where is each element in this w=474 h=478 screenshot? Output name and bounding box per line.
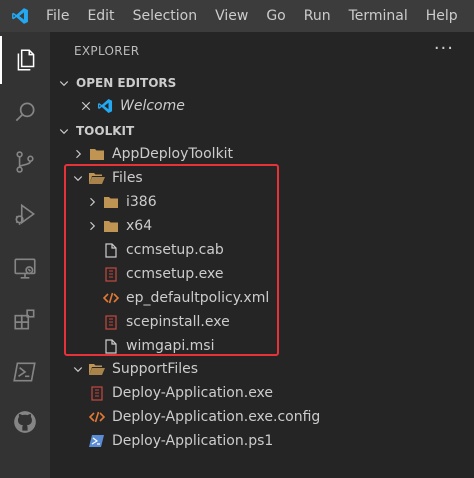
tree-item-i386[interactable]: i386	[50, 190, 474, 214]
tree-item-label: scepinstall.exe	[126, 314, 230, 330]
open-editor-item[interactable]: Welcome	[50, 94, 474, 118]
folder-open-icon	[86, 357, 108, 381]
tree-item-ccmsetup-exe[interactable]: ccmsetup.exe	[50, 262, 474, 286]
tree-item-label: Deploy-Application.exe	[112, 385, 274, 401]
tree-item-ep-defaultpolicy-xml[interactable]: ep_defaultpolicy.xml	[50, 286, 474, 310]
menu-terminal[interactable]: Terminal	[340, 0, 417, 32]
menu-edit[interactable]: Edit	[78, 0, 123, 32]
menu-selection[interactable]: Selection	[124, 0, 207, 32]
chevron-down-icon	[70, 357, 86, 381]
menu-help[interactable]: Help	[417, 0, 467, 32]
explorer-title: EXPLORER	[74, 44, 140, 58]
exe-file-icon	[100, 310, 122, 334]
tree-item-label: ccmsetup.exe	[126, 266, 224, 282]
folder-icon	[100, 190, 122, 214]
xml-file-icon	[86, 405, 108, 429]
menu-view[interactable]: View	[206, 0, 257, 32]
source-control-icon[interactable]	[0, 138, 50, 186]
activity-bar	[0, 32, 50, 478]
extensions-icon[interactable]	[0, 296, 50, 344]
tree-item-wimgapi-msi[interactable]: wimgapi.msi	[50, 334, 474, 358]
exe-file-icon	[86, 381, 108, 405]
chevron-down-icon	[70, 166, 86, 190]
close-icon[interactable]	[78, 94, 94, 118]
chevron-down-icon	[58, 77, 74, 89]
tree-item-label: SupportFiles	[112, 361, 199, 377]
tree-item-label: x64	[126, 218, 153, 234]
folder-open-icon	[86, 166, 108, 190]
tree-item-appdeploytoolkit[interactable]: AppDeployToolkit	[50, 142, 474, 166]
chevron-right-icon	[70, 142, 86, 166]
tree-item-label: Deploy-Application.ps1	[112, 433, 274, 449]
chevron-down-icon	[58, 125, 74, 137]
chevron-right-icon	[84, 214, 100, 238]
tree-item-label: Deploy-Application.exe.config	[112, 409, 321, 425]
powershell-file-icon	[86, 429, 108, 453]
file-icon	[100, 238, 122, 262]
workspace-label: TOOLKIT	[76, 124, 135, 138]
exe-file-icon	[100, 262, 122, 286]
tree-item-deploy-application-exe-config[interactable]: Deploy-Application.exe.config	[50, 405, 474, 429]
workspace-header[interactable]: TOOLKIT	[50, 120, 474, 142]
file-icon	[100, 334, 122, 358]
menu-file[interactable]: File	[40, 0, 78, 32]
folder-icon	[86, 142, 108, 166]
github-icon[interactable]	[0, 398, 50, 446]
folder-icon	[100, 214, 122, 238]
explorer-icon[interactable]	[0, 36, 50, 84]
tree-item-deploy-application-ps1[interactable]: Deploy-Application.ps1	[50, 429, 474, 453]
tree-item-label: wimgapi.msi	[126, 338, 215, 354]
chevron-right-icon	[84, 190, 100, 214]
explorer-header: EXPLORER ···	[50, 32, 474, 70]
tree-item-files[interactable]: Files	[50, 166, 474, 190]
vscode-logo-icon	[94, 94, 116, 118]
title-bar: File Edit Selection View Go Run Terminal…	[0, 0, 474, 32]
tree-item-label: ccmsetup.cab	[126, 242, 224, 258]
xml-file-icon	[100, 286, 122, 310]
tree-item-label: i386	[126, 194, 157, 210]
open-editors-header[interactable]: OPEN EDITORS	[50, 72, 474, 94]
vscode-logo-icon[interactable]	[0, 0, 40, 32]
open-editor-label: Welcome	[120, 98, 185, 114]
tree-item-scepinstall-exe[interactable]: scepinstall.exe	[50, 310, 474, 334]
tree-item-label: ep_defaultpolicy.xml	[126, 290, 270, 306]
run-debug-icon[interactable]	[0, 190, 50, 238]
explorer-sidebar: EXPLORER ··· OPEN EDITORS Welcome TOOLKI…	[50, 32, 474, 478]
tree-item-deploy-application-exe[interactable]: Deploy-Application.exe	[50, 381, 474, 405]
powershell-icon[interactable]	[0, 348, 50, 396]
search-icon[interactable]	[0, 88, 50, 136]
remote-explorer-icon[interactable]	[0, 244, 50, 292]
menu-go[interactable]: Go	[257, 0, 294, 32]
tree-item-x64[interactable]: x64	[50, 214, 474, 238]
tree-item-supportfiles[interactable]: SupportFiles	[50, 357, 474, 381]
more-actions-button[interactable]: ···	[434, 38, 454, 59]
tree-item-label: Files	[112, 170, 143, 186]
menu-run[interactable]: Run	[295, 0, 340, 32]
open-editors-label: OPEN EDITORS	[76, 76, 177, 90]
tree-item-label: AppDeployToolkit	[112, 146, 234, 162]
tree-item-ccmsetup-cab[interactable]: ccmsetup.cab	[50, 238, 474, 262]
